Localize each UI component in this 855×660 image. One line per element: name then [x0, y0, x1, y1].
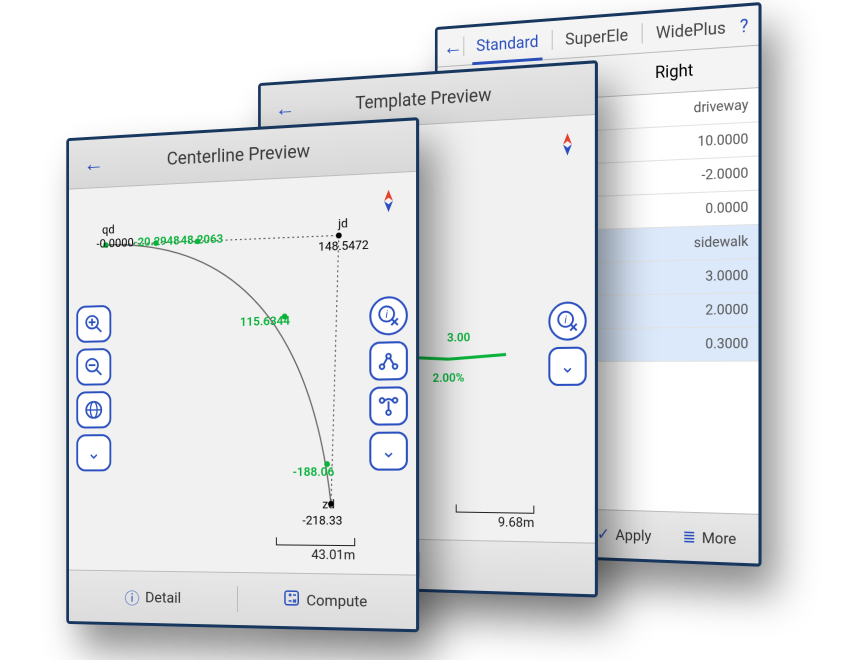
back-button[interactable]: ←	[270, 91, 301, 126]
detail-label: Detail	[145, 588, 181, 606]
help-button[interactable]: ?	[740, 15, 749, 37]
window-centerline-preview: ← Centerline Preview qd -0.0000 -20.2948…	[66, 117, 419, 632]
info-x-icon: i	[556, 310, 578, 333]
pt-zd: zd	[322, 497, 335, 511]
page-title: Centerline Preview	[109, 135, 405, 172]
centerline-canvas[interactable]: qd -0.0000 -20.2948 48.2063 jd 148.5472 …	[69, 172, 416, 575]
footer-separator	[237, 586, 238, 612]
compute-button[interactable]: Compute	[246, 582, 406, 620]
right-tool-column: i ⌄	[548, 301, 586, 386]
more-icon: ≣	[683, 527, 696, 547]
scale-line	[456, 504, 535, 513]
pt-vz: -218.33	[302, 513, 342, 527]
zoom-out-icon	[84, 356, 104, 378]
right-tool-column: i	[369, 296, 408, 471]
spline-tool[interactable]	[369, 386, 408, 425]
apply-label: Apply	[615, 525, 651, 544]
expand-tools-button[interactable]: ⌄	[548, 347, 586, 386]
footer-bar: ⓘ Detail Compute	[69, 570, 416, 630]
expand-tools-button[interactable]: ⌄	[369, 431, 408, 470]
info-clear-button[interactable]: i	[548, 301, 586, 341]
scale-label: 43.01m	[276, 547, 355, 563]
segment-b: 3.00	[447, 330, 470, 344]
more-label: More	[702, 528, 736, 548]
info-icon: ⓘ	[125, 585, 140, 609]
pt-vm: 115.6344	[240, 313, 290, 328]
scale-line	[276, 537, 355, 546]
scale-bar: 43.01m	[276, 537, 355, 563]
tab-wideplus[interactable]: WidePlus	[642, 7, 739, 53]
detail-button[interactable]: ⓘ Detail	[78, 578, 229, 616]
pt-vn: -188.06	[293, 465, 335, 479]
more-button[interactable]: ≣ More	[671, 520, 748, 554]
apply-icon: ✓	[597, 524, 610, 543]
scale-bar: 9.68m	[456, 504, 535, 531]
info-clear-button[interactable]: i	[369, 296, 408, 336]
pt-vj: 148.5472	[318, 238, 368, 254]
zoom-in-button[interactable]	[76, 305, 111, 343]
zoom-in-icon	[84, 313, 104, 335]
pt-qd: qd	[102, 223, 115, 237]
svg-text:i: i	[385, 309, 388, 321]
back-button[interactable]: ←	[78, 146, 109, 181]
info-x-icon: i	[377, 304, 399, 327]
segment-pb: 2.00%	[433, 371, 465, 385]
page-title: Template Preview	[301, 79, 585, 118]
pt-va: -20.2948	[134, 233, 180, 249]
tab-standard[interactable]: Standard	[464, 21, 552, 65]
scale-label: 9.68m	[456, 515, 535, 532]
polyline-icon	[377, 349, 399, 372]
compute-icon	[283, 589, 301, 612]
globe-icon	[84, 399, 104, 421]
polyline-tool[interactable]	[369, 341, 408, 381]
pt-jd: jd	[338, 216, 348, 231]
back-button[interactable]: ←	[443, 30, 463, 64]
compute-label: Compute	[306, 591, 367, 610]
pt-v0: -0.0000	[97, 235, 134, 250]
spline-icon	[377, 395, 399, 418]
zoom-extents-button[interactable]	[76, 391, 111, 429]
expand-tools-button[interactable]: ⌄	[76, 434, 111, 471]
tab-superele[interactable]: SuperEle	[552, 14, 642, 59]
svg-text:i: i	[564, 314, 567, 326]
zoom-out-button[interactable]	[76, 348, 111, 386]
left-tool-column: ⌄	[76, 305, 111, 471]
pt-vb: 48.2063	[181, 232, 224, 248]
centerline-lineart	[69, 172, 416, 575]
